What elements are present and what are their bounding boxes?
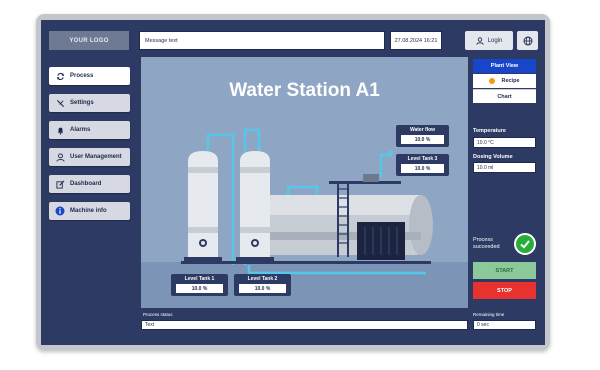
process-scene bbox=[141, 57, 468, 308]
info-icon bbox=[55, 206, 65, 216]
tag-value: 10.0 % bbox=[400, 164, 445, 173]
refresh-icon bbox=[55, 71, 65, 81]
status-dot-icon bbox=[489, 78, 496, 84]
language-button[interactable] bbox=[517, 31, 538, 50]
tag-value: 10.0 % bbox=[239, 284, 286, 293]
remaining-time-field: 0 sec bbox=[473, 320, 536, 330]
tools-icon bbox=[55, 98, 65, 108]
sidebar-item-process[interactable]: Process bbox=[49, 67, 130, 85]
sidebar-item-label: Settings bbox=[70, 100, 94, 106]
sidebar-item-label: Dashboard bbox=[70, 181, 102, 187]
sidebar-item-label: Process bbox=[70, 73, 94, 79]
edit-icon bbox=[55, 179, 65, 189]
tag-label: Water flow bbox=[409, 127, 436, 133]
tag-label: Level Tank 2 bbox=[247, 276, 278, 282]
tag-label: Level Tank 3 bbox=[407, 156, 438, 162]
level-tank-3-tag: Level Tank 3 10.0 % bbox=[396, 154, 449, 176]
login-label: Login bbox=[487, 37, 503, 44]
plant-illustration bbox=[141, 128, 468, 308]
tag-value: 10.0 % bbox=[400, 135, 445, 144]
level-tank-2-tag: Level Tank 2 10.0 % bbox=[234, 274, 291, 296]
tab-recipe[interactable]: Recipe bbox=[473, 74, 536, 88]
tag-label: Level Tank 1 bbox=[184, 276, 215, 282]
water-flow-tag: Water flow 10.0 % bbox=[396, 125, 449, 147]
success-check-icon bbox=[514, 233, 536, 255]
tab-chart[interactable]: Chart bbox=[473, 89, 536, 103]
sidebar-item-user-management[interactable]: User Management bbox=[49, 148, 130, 166]
sidebar-item-alarms[interactable]: Alarms bbox=[49, 121, 130, 139]
level-tank-1-tag: Level Tank 1 10.0 % bbox=[171, 274, 228, 296]
stop-button[interactable]: STOP bbox=[473, 282, 536, 299]
temperature-field[interactable]: 10.0 °C bbox=[473, 137, 536, 148]
company-logo: YOUR LOGO bbox=[49, 31, 129, 50]
sidebar-item-label: User Management bbox=[70, 154, 122, 160]
user-icon bbox=[476, 36, 484, 45]
sidebar-item-machine-info[interactable]: Machine info bbox=[49, 202, 130, 220]
dosing-volume-label: Dosing Volume bbox=[473, 154, 513, 160]
sidebar-item-settings[interactable]: Settings bbox=[49, 94, 130, 112]
tab-label: Recipe bbox=[501, 78, 520, 84]
login-button[interactable]: Login bbox=[465, 31, 513, 50]
temperature-label: Temperature bbox=[473, 128, 506, 134]
datetime-display: 27.08.2024 16:21 bbox=[390, 31, 442, 50]
sidebar-item-dashboard[interactable]: Dashboard bbox=[49, 175, 130, 193]
sidebar-item-label: Alarms bbox=[70, 127, 91, 133]
start-button[interactable]: START bbox=[473, 262, 536, 279]
sidebar-item-label: Machine info bbox=[70, 208, 107, 214]
dosing-volume-field[interactable]: 10.0 ml bbox=[473, 162, 536, 173]
tag-value: 10.0 % bbox=[176, 284, 223, 293]
message-field: Message text bbox=[139, 31, 385, 50]
process-status-field: Text bbox=[141, 320, 468, 330]
remaining-time-label: Remaining time bbox=[473, 312, 505, 317]
tab-plant-view[interactable]: Plant View bbox=[473, 59, 536, 73]
process-status-message: Process succeeded bbox=[473, 237, 500, 250]
user-icon bbox=[55, 152, 65, 162]
globe-icon bbox=[523, 36, 532, 45]
process-status-label: Process status bbox=[143, 312, 173, 317]
bell-icon bbox=[55, 125, 65, 135]
